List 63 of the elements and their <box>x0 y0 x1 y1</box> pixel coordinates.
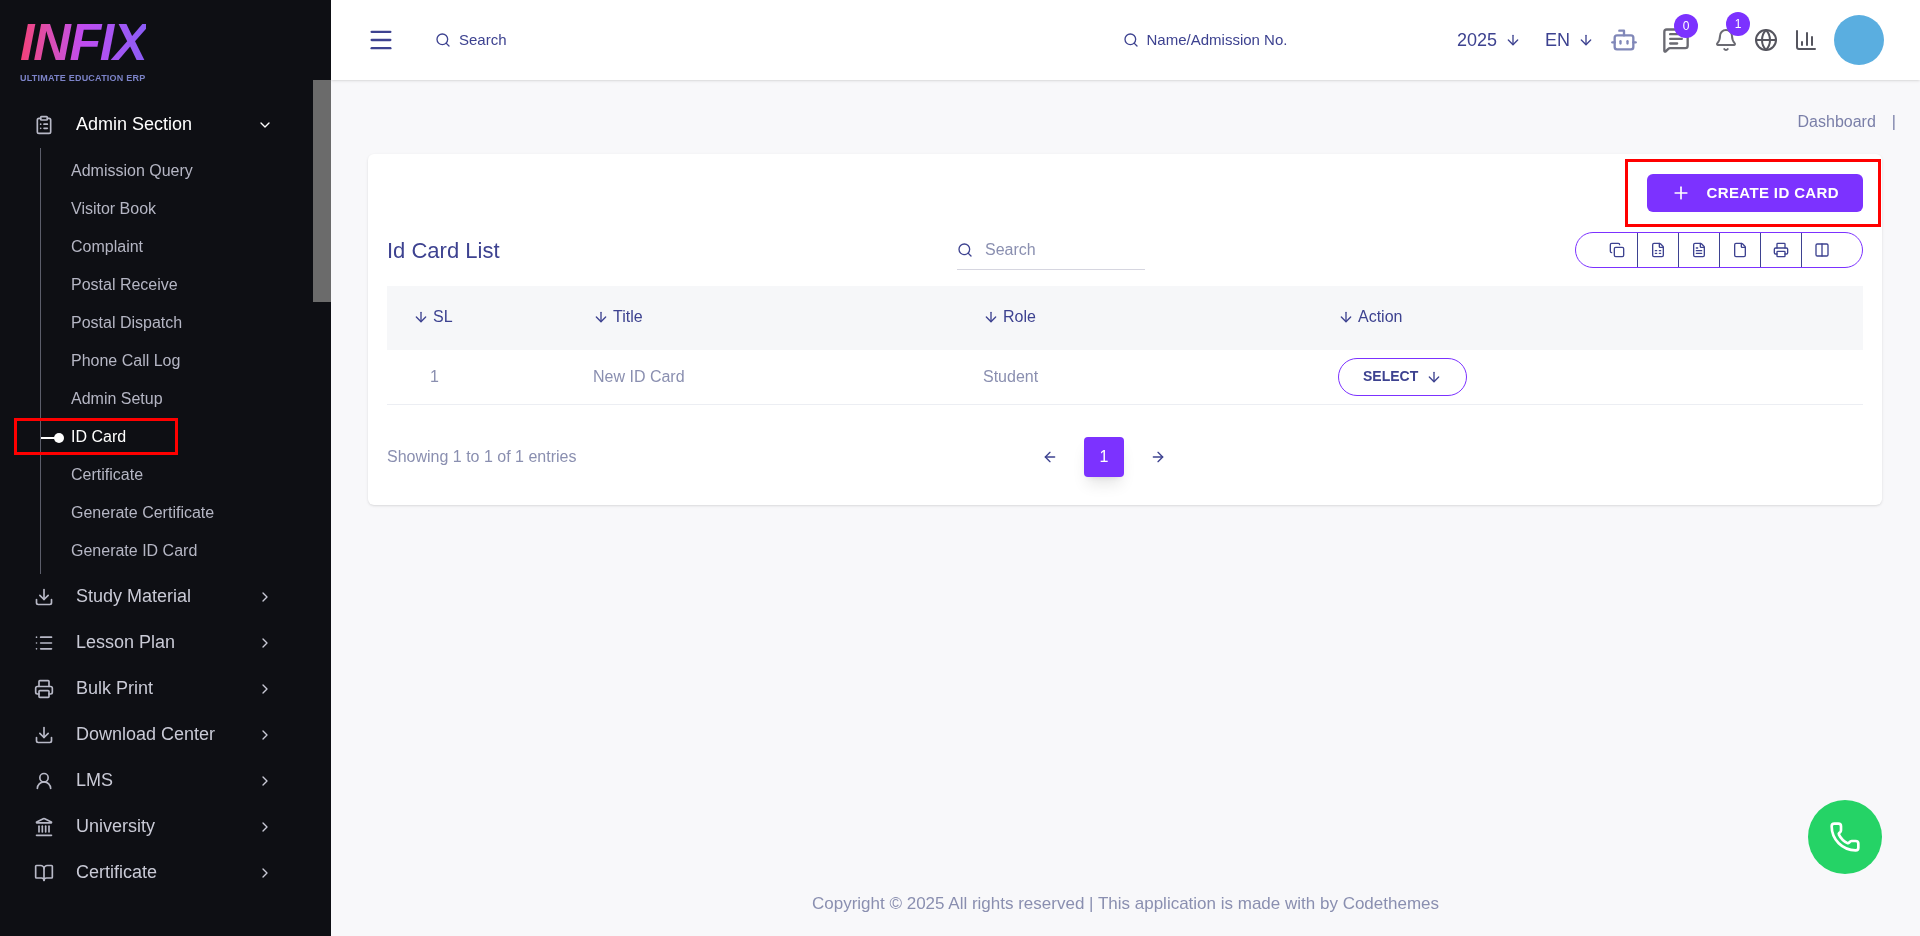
chart-icon[interactable] <box>1794 28 1818 52</box>
submenu-item[interactable]: Visitor Book <box>14 190 178 227</box>
sidebar-menu-item[interactable]: Bulk Print <box>0 665 307 712</box>
submenu-item[interactable]: Certificate <box>14 456 178 493</box>
submenu-item[interactable]: Generate ID Card <box>14 532 211 569</box>
submenu-item[interactable]: Postal Dispatch <box>14 304 196 341</box>
submenu-item[interactable]: Postal Receive <box>14 266 191 303</box>
sidebar-menu-item[interactable]: University <box>0 803 307 850</box>
globe-icon[interactable] <box>1754 28 1778 52</box>
book-icon <box>34 862 54 883</box>
sidebar-menu-item[interactable]: Admin Section <box>0 101 307 148</box>
column-header[interactable]: Title <box>593 304 643 329</box>
spreadsheet-icon <box>1650 242 1666 258</box>
search-button[interactable]: Search <box>435 28 507 52</box>
entries-info: Showing 1 to 1 of 1 entries <box>387 446 578 467</box>
print-icon <box>1773 242 1789 258</box>
submenu-item[interactable]: Admission Query <box>14 152 206 189</box>
page-button[interactable]: 1 <box>1084 436 1124 477</box>
download-icon <box>34 586 54 607</box>
bank-icon <box>34 816 54 837</box>
sidebar-menu-item[interactable]: Download Center <box>0 711 307 758</box>
breadcrumb-link[interactable]: Dashboard <box>1797 110 1876 134</box>
message-count-badge: 0 <box>1674 14 1698 38</box>
file-icon <box>1732 242 1748 258</box>
breadcrumb-separator: | <box>1891 112 1896 132</box>
submenu-item[interactable]: Phone Call Log <box>14 342 194 379</box>
search-icon <box>1122 32 1139 48</box>
search-field[interactable]: Search <box>985 231 1135 268</box>
language-dropdown[interactable]: EN <box>1545 26 1594 54</box>
column-header[interactable]: SL <box>413 304 453 329</box>
printer-icon <box>34 678 54 699</box>
phone-icon <box>1829 821 1861 853</box>
download-icon <box>34 724 54 745</box>
notification-count-badge: 1 <box>1726 12 1750 36</box>
year-dropdown[interactable]: 2025 <box>1456 26 1521 54</box>
clipboard-icon <box>34 114 54 135</box>
column-header[interactable]: Action <box>1338 304 1403 329</box>
search-icon <box>957 241 973 258</box>
sidebar-menu-item[interactable]: Lesson Plan <box>0 619 307 666</box>
table-cell: Student <box>983 350 1338 404</box>
sidebar-menu-item[interactable]: LMS <box>0 757 307 804</box>
column-header[interactable]: Role <box>983 304 1036 329</box>
person-icon <box>34 770 54 791</box>
card-title: Id Card List <box>387 236 501 265</box>
submenu-item[interactable]: ID Card <box>14 418 178 455</box>
submenu-item[interactable]: Generate Certificate <box>14 494 228 531</box>
document-icon <box>1691 242 1707 258</box>
bell-icon[interactable] <box>1714 28 1738 52</box>
columns-icon <box>1814 242 1830 258</box>
create-id-card-button[interactable]: CREATE ID CARD <box>1646 174 1863 212</box>
table-cell: New ID Card <box>593 350 983 404</box>
scrollbar-thumb[interactable] <box>313 80 331 302</box>
table-cell: 1 <box>387 350 593 404</box>
sidebar-menu-item[interactable]: Certificate <box>0 849 307 896</box>
submenu-item[interactable]: Complaint <box>14 228 178 265</box>
sidebar-menu-item[interactable]: Study Material <box>0 573 307 620</box>
student-search-button[interactable]: Name/Admission No. <box>1122 28 1288 52</box>
copy-icon <box>1608 242 1625 258</box>
footer-copyright: Copyright © 2025 All rights reserved | This application is made with by Codethemes <box>811 892 1440 915</box>
search-icon <box>435 32 451 48</box>
arrow-down-icon <box>1505 32 1521 48</box>
submenu-item[interactable]: Admin Setup <box>14 380 178 417</box>
logo-subtitle: ULTIMATE EDUCATION ERP <box>20 72 147 85</box>
